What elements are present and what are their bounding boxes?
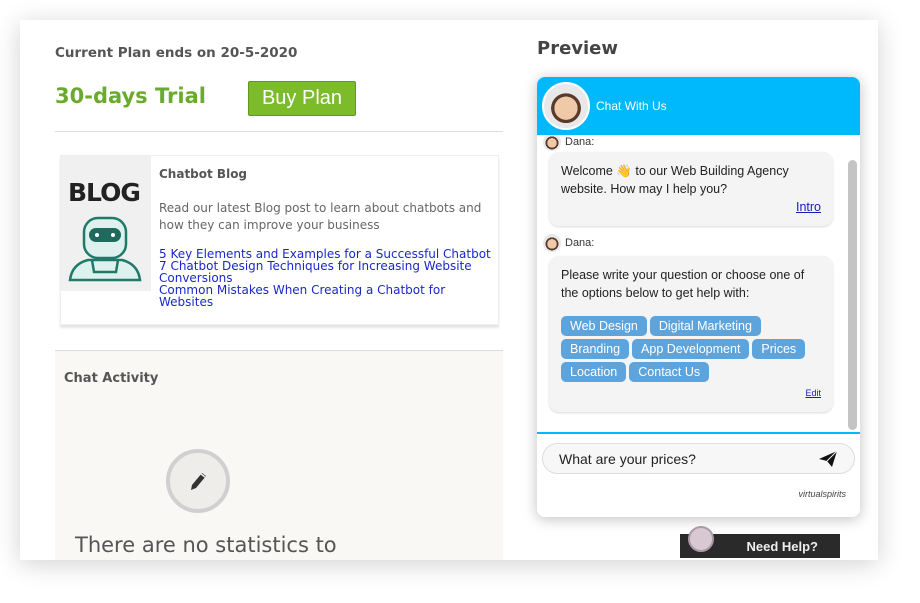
blog-link[interactable]: 7 Chatbot Design Techniques for Increasi… <box>159 260 494 284</box>
chat-widget: Chat With Us Dana: Welcome 👋 to our Web … <box>537 77 860 517</box>
chat-activity-title: Chat Activity <box>64 371 159 386</box>
chat-input-value: What are your prices? <box>559 450 696 467</box>
intro-link[interactable]: Intro <box>561 198 821 216</box>
blog-link[interactable]: Common Mistakes When Creating a Chatbot … <box>159 284 494 308</box>
option-button[interactable]: Location <box>561 362 627 382</box>
send-icon[interactable] <box>818 450 838 468</box>
need-help-label: Need Help? <box>746 538 818 554</box>
message-sender: Dana: <box>543 234 594 252</box>
blog-image: BLOG <box>61 156 151 291</box>
robot-icon <box>68 216 142 282</box>
dashboard-window: Current Plan ends on 20-5-2020 30-days T… <box>20 20 878 560</box>
scrollbar[interactable] <box>848 160 857 430</box>
option-button[interactable]: Digital Marketing <box>649 316 761 336</box>
sender-avatar <box>543 234 561 252</box>
option-button[interactable]: Prices <box>752 339 806 359</box>
buy-plan-button[interactable]: Buy Plan <box>248 81 356 116</box>
chat-message: Welcome 👋 to our Web Building Agency web… <box>549 152 833 226</box>
plan-end-text: Current Plan ends on 20-5-2020 <box>55 45 298 61</box>
sender-avatar <box>543 135 561 151</box>
divider <box>55 131 503 132</box>
blog-card: BLOG Chatbot Blog Read our latest Blog p… <box>60 155 499 325</box>
blog-description: Read our latest Blog post to learn about… <box>159 201 482 232</box>
no-statistics-text: There are no statistics to <box>75 533 337 557</box>
preview-heading: Preview <box>537 38 619 59</box>
chat-activity-panel: Chat Activity There are no statistics to <box>55 350 503 560</box>
chat-messages: Dana: Welcome 👋 to our Web Building Agen… <box>537 135 860 432</box>
chat-message: Please write your question or choose one… <box>549 256 833 412</box>
option-button[interactable]: Contact Us <box>629 362 710 382</box>
chat-title: Chat With Us <box>596 99 667 113</box>
blog-image-text: BLOG <box>68 178 141 207</box>
chat-bubble-icon <box>688 526 714 552</box>
agent-avatar <box>542 82 590 130</box>
edit-link[interactable]: Edit <box>561 384 821 402</box>
sender-name: Dana: <box>565 237 595 249</box>
pencil-icon <box>191 473 206 490</box>
option-button[interactable]: Web Design <box>561 316 647 336</box>
chat-header: Chat With Us <box>537 77 860 135</box>
chat-input[interactable]: What are your prices? <box>542 443 855 474</box>
pencil-badge <box>166 449 230 513</box>
message-sender: Dana: <box>543 135 594 151</box>
option-list: Web Design Digital Marketing Branding Ap… <box>561 316 821 382</box>
sender-name: Dana: <box>565 136 595 148</box>
blog-title: Chatbot Blog <box>159 167 248 181</box>
option-button[interactable]: App Development <box>632 339 750 359</box>
blog-text: Chatbot Blog Read our latest Blog post t… <box>159 166 494 308</box>
message-text: Please write your question or choose one… <box>561 268 805 300</box>
brand-label: virtualspirits <box>798 489 846 499</box>
input-divider <box>537 432 860 434</box>
trial-label: 30-days Trial <box>55 84 206 108</box>
option-button[interactable]: Branding <box>561 339 630 359</box>
message-text: Welcome 👋 to our Web Building Agency web… <box>561 164 789 196</box>
need-help-button[interactable]: Need Help? <box>680 526 840 558</box>
